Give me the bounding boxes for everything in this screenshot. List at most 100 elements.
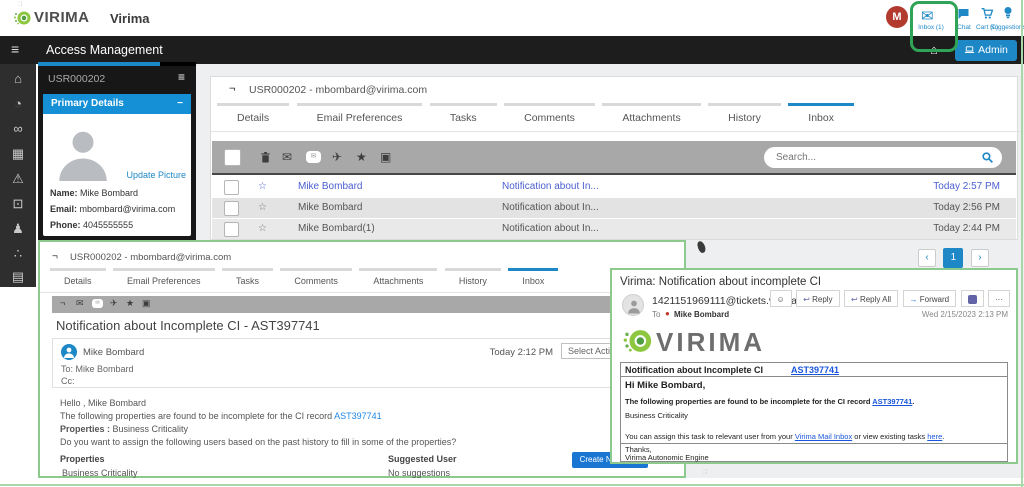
mail-time: Today 2:57 PM (933, 177, 1000, 197)
mail-open-icon[interactable]: ✉ (306, 151, 321, 163)
mail-from[interactable]: Mike Bombard (298, 177, 362, 197)
existing-tasks-link[interactable]: here (927, 432, 942, 441)
forward-button[interactable]: → Forward (903, 290, 957, 307)
top-header: ⁚⁞ VIRIMA Virima M ✉ Inbox (1) Chat Cart… (0, 0, 1024, 37)
scan-artifact-top: ⁚⁞ (18, 1, 24, 8)
tab-inbox[interactable]: Inbox (788, 103, 854, 131)
sidebar-home-icon[interactable]: ⌂ (0, 72, 36, 86)
more-actions-button[interactable]: ··· (988, 290, 1010, 307)
tab-email-preferences[interactable]: Email Preferences (297, 103, 423, 131)
tab-history[interactable]: History (708, 103, 781, 131)
mail-signature-box: Thanks, Virima Autonomic Engine (620, 443, 1008, 462)
archive-icon[interactable]: ▣ (142, 298, 151, 309)
reply-button[interactable]: ↩ Reply (796, 290, 839, 307)
chat-icon[interactable] (957, 8, 970, 20)
loading-strip-dark (160, 62, 196, 66)
mail-open-icon[interactable]: ✉ (92, 299, 103, 308)
page-next-button[interactable]: › (971, 249, 989, 267)
body1-ci-link[interactable]: AST397741 (872, 397, 912, 406)
profile-panel: USR000202 ≡ Primary Details − Update Pic… (38, 62, 196, 240)
message-detail-window: ¬ USR000202 - mbombard@virima.com Detail… (38, 240, 686, 478)
sidebar-sitemap-icon[interactable]: ∴ (0, 247, 36, 261)
collapse-icon[interactable]: − (177, 94, 183, 114)
user-avatar[interactable]: M (886, 6, 908, 28)
properties-label: Properties : (60, 424, 110, 434)
page-number-current[interactable]: 1 (943, 248, 963, 268)
body3-suffix: . (942, 432, 944, 441)
mail-subject[interactable]: Notification about In... (502, 177, 599, 197)
cart-icon[interactable] (980, 7, 994, 20)
update-picture-link[interactable]: Update Picture (126, 170, 186, 180)
row-checkbox[interactable] (224, 222, 239, 237)
sidebar-book-icon[interactable]: ▤ (0, 270, 36, 284)
send-icon[interactable]: ✈ (332, 150, 342, 164)
search-icon[interactable] (981, 151, 994, 164)
mail-from[interactable]: Mike Bombard(1) (298, 219, 375, 239)
sidebar-alerts-icon[interactable]: ⚠ (0, 172, 36, 186)
search-input[interactable] (764, 147, 1002, 168)
suggestions-icon[interactable] (1002, 6, 1014, 20)
presence-dot-icon: ● (665, 309, 670, 318)
col-suggested-user: Suggested User (388, 454, 457, 464)
to-label: To (652, 310, 660, 319)
tab-email-preferences[interactable]: Email Preferences (113, 268, 215, 292)
mail-subject[interactable]: Notification about In... (502, 198, 599, 218)
row-checkbox[interactable] (224, 180, 239, 195)
annotation-edge-right (1021, 0, 1023, 487)
virima-mail-inbox-link[interactable]: Virima Mail Inbox (795, 432, 852, 441)
tab-comments[interactable]: Comments (504, 103, 595, 131)
star-toolbar-icon[interactable]: ★ (356, 150, 367, 164)
archive-icon[interactable]: ▣ (380, 150, 391, 164)
mail-time: Today 2:44 PM (933, 219, 1000, 239)
tab-details[interactable]: Details (217, 103, 289, 131)
tab-tasks[interactable]: Tasks (430, 103, 497, 131)
tab-attachments[interactable]: Attachments (602, 103, 700, 131)
sidebar-grid-icon[interactable]: ▦ (0, 147, 36, 161)
email-label: Email: (50, 204, 77, 214)
sidebar-dashboard-icon[interactable]: ◔ (0, 97, 36, 111)
star-icon[interactable]: ☆ (258, 177, 267, 197)
reply-icon: ↩ (803, 295, 810, 304)
mail-icon[interactable]: ✉ (76, 298, 84, 309)
record-flag-icon[interactable]: ¬ (229, 83, 235, 95)
mail-row-unread[interactable]: ☆ Mike Bombard Notification about In... … (212, 177, 1016, 197)
sidebar-users-icon[interactable]: ♟ (0, 222, 36, 236)
mail-subject[interactable]: Notification about In... (502, 219, 599, 239)
row-checkbox[interactable] (224, 201, 239, 216)
primary-details-header[interactable]: Primary Details − (43, 94, 191, 114)
phone-label: Phone: (50, 220, 81, 230)
emoji-button[interactable]: ☺ (770, 290, 792, 307)
back-icon[interactable]: ¬ (60, 298, 65, 308)
admin-button[interactable]: Admin (955, 40, 1017, 61)
trash-icon[interactable] (260, 151, 271, 164)
teams-button[interactable] (961, 290, 984, 307)
sidebar-discovery-icon[interactable]: ∞ (0, 122, 36, 136)
mail-row[interactable]: ☆ Mike Bombard Notification about In... … (212, 198, 1016, 218)
tab-attachments[interactable]: Attachments (359, 268, 437, 292)
subject-ci-link[interactable]: AST397741 (791, 365, 839, 375)
star-toolbar-icon[interactable]: ★ (126, 298, 134, 309)
star-icon[interactable]: ☆ (258, 219, 267, 239)
star-icon[interactable]: ☆ (258, 198, 267, 218)
hamburger-icon[interactable]: ≡ (11, 41, 19, 57)
tab-history[interactable]: History (445, 268, 501, 292)
body1-prefix: The following properties are found to be… (625, 397, 872, 406)
send-icon[interactable]: ✈ (110, 298, 118, 309)
tab-details[interactable]: Details (50, 268, 106, 292)
outlook-mail-window: Virima: Notification about incomplete CI… (610, 268, 1018, 464)
reply-all-button[interactable]: ↩ Reply All (844, 290, 898, 307)
page-prev-button[interactable]: ‹ (918, 249, 936, 267)
mail-row[interactable]: ☆ Mike Bombard(1) Notification about In.… (212, 219, 1016, 239)
tab-inbox[interactable]: Inbox (508, 268, 558, 292)
mail-from[interactable]: Mike Bombard (298, 198, 362, 218)
record-flag-icon[interactable]: ¬ (52, 251, 58, 262)
teams-icon (968, 295, 977, 304)
tab-comments[interactable]: Comments (280, 268, 352, 292)
suggestions-label[interactable]: Suggestions (988, 24, 1024, 31)
select-all-checkbox[interactable] (224, 149, 241, 166)
sidebar-monitor-icon[interactable]: ⊡ (0, 197, 36, 211)
ci-record-link[interactable]: AST397741 (334, 411, 382, 421)
panel-menu-icon[interactable]: ≡ (178, 70, 185, 84)
tab-tasks[interactable]: Tasks (222, 268, 273, 292)
mail-icon[interactable]: ✉ (282, 150, 292, 164)
